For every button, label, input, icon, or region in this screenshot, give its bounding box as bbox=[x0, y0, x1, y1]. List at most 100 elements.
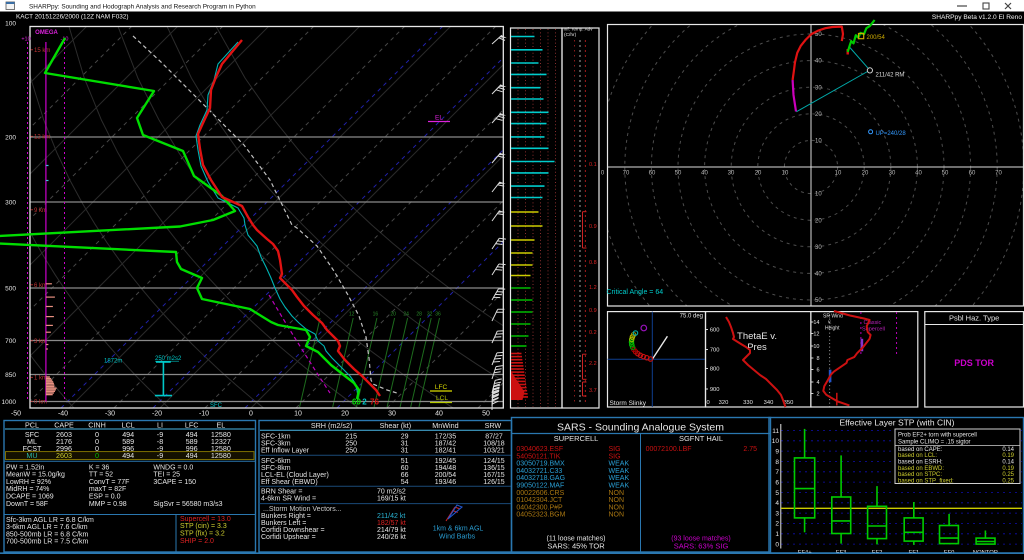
svg-text:30: 30 bbox=[388, 411, 396, 418]
svg-text:SARS: 45% TOR: SARS: 45% TOR bbox=[547, 541, 605, 550]
svg-text:KACT 20151226/2000 (12Z NA: KACT 20151226/2000 (12Z NAM F032) bbox=[16, 14, 129, 21]
svg-text:-10: -10 bbox=[199, 411, 209, 418]
svg-text:2.75: 2.75 bbox=[743, 446, 757, 453]
svg-text:169/15 kt: 169/15 kt bbox=[377, 496, 406, 503]
svg-text:100: 100 bbox=[5, 21, 16, 28]
svg-text:1.2: 1.2 bbox=[589, 285, 597, 291]
svg-text:4: 4 bbox=[775, 500, 779, 507]
svg-text:Shear (kt): Shear (kt) bbox=[380, 421, 412, 430]
svg-text:SFC-6km: SFC-6km bbox=[261, 458, 291, 465]
svg-text:PCL: PCL bbox=[25, 420, 39, 429]
svg-text:0.14: 0.14 bbox=[1002, 460, 1014, 466]
svg-text:211/42 kt: 211/42 kt bbox=[377, 513, 405, 520]
svg-text:40: 40 bbox=[701, 171, 708, 177]
svg-text:SR Wind: SR Wind bbox=[823, 314, 843, 320]
svg-text:3 km: 3 km bbox=[34, 339, 47, 345]
svg-text:9 km: 9 km bbox=[34, 208, 47, 214]
svg-text:172/35: 172/35 bbox=[435, 433, 457, 440]
svg-text:500: 500 bbox=[5, 286, 16, 293]
svg-text:900: 900 bbox=[710, 387, 720, 393]
svg-text:Eff Shear (EBWD): Eff Shear (EBWD) bbox=[261, 479, 318, 486]
svg-text:Sfc-3km AGL LR = 6.8 C/km: Sfc-3km AGL LR = 6.8 C/km bbox=[6, 517, 94, 524]
svg-text:0.2: 0.2 bbox=[589, 330, 597, 336]
svg-text:99050122.MAF: 99050122.MAF bbox=[516, 483, 564, 490]
svg-text:WEAK: WEAK bbox=[609, 483, 630, 490]
svg-text:00072100.LBF: 00072100.LBF bbox=[646, 446, 692, 453]
svg-text:4: 4 bbox=[816, 380, 819, 386]
svg-text:Prob EF2+ torn with supercell: Prob EF2+ torn with supercell bbox=[898, 432, 977, 438]
svg-text:NON: NON bbox=[609, 497, 625, 504]
svg-text:54: 54 bbox=[401, 479, 409, 486]
svg-text:0.9: 0.9 bbox=[589, 308, 597, 314]
svg-text:15 km: 15 km bbox=[34, 48, 50, 54]
svg-text:30: 30 bbox=[889, 171, 896, 177]
svg-text:31: 31 bbox=[401, 440, 409, 447]
svg-text:6: 6 bbox=[775, 479, 779, 486]
svg-text:Supercell: Supercell bbox=[862, 327, 885, 333]
svg-text:36: 36 bbox=[435, 312, 441, 318]
svg-text:700: 700 bbox=[710, 348, 720, 354]
svg-text:28: 28 bbox=[416, 312, 422, 318]
svg-text:10: 10 bbox=[835, 171, 842, 177]
svg-text:103/21: 103/21 bbox=[483, 447, 505, 454]
svg-text:8: 8 bbox=[317, 312, 320, 318]
svg-text:0.25: 0.25 bbox=[1002, 478, 1014, 484]
svg-text:EL: EL bbox=[217, 420, 226, 429]
svg-text:PDS TOR: PDS TOR bbox=[954, 358, 994, 368]
svg-text:Bunkers Left =: Bunkers Left = bbox=[261, 520, 306, 527]
svg-text:75.0 deg: 75.0 deg bbox=[680, 314, 703, 320]
svg-text:3CAPE = 150: 3CAPE = 150 bbox=[153, 479, 196, 486]
svg-text:108/18: 108/18 bbox=[483, 440, 505, 447]
svg-text:70 m2/s2: 70 m2/s2 bbox=[377, 489, 406, 496]
svg-text:6 km: 6 km bbox=[34, 283, 47, 289]
svg-text:1872m: 1872m bbox=[104, 359, 122, 365]
svg-text:700-500mb LR = 7.5 C/km: 700-500mb LR = 7.5 C/km bbox=[6, 539, 88, 546]
svg-text:LFC: LFC bbox=[435, 384, 448, 391]
svg-text:20: 20 bbox=[390, 312, 396, 318]
svg-text:Critical Angle = 64: Critical Angle = 64 bbox=[607, 289, 664, 296]
svg-text:1km & 6km AGL: 1km & 6km AGL bbox=[433, 526, 484, 533]
svg-text:OMEGA: OMEGA bbox=[35, 30, 58, 36]
svg-text:60: 60 bbox=[649, 171, 656, 177]
svg-text:20: 20 bbox=[341, 411, 349, 418]
svg-text:32: 32 bbox=[427, 312, 433, 318]
svg-text:12580: 12580 bbox=[211, 451, 231, 460]
svg-text:200: 200 bbox=[5, 135, 16, 142]
svg-text:126/15: 126/15 bbox=[483, 479, 505, 486]
svg-text:20: 20 bbox=[815, 112, 822, 118]
svg-text:2: 2 bbox=[362, 398, 367, 407]
svg-text:24: 24 bbox=[403, 312, 409, 318]
svg-text:SigSvr = 56580 m3/s3: SigSvr = 56580 m3/s3 bbox=[153, 501, 222, 508]
svg-text:30: 30 bbox=[815, 245, 822, 251]
svg-text:CINH: CINH bbox=[88, 420, 106, 429]
svg-text:LI: LI bbox=[157, 420, 163, 429]
svg-text:-30: -30 bbox=[105, 411, 115, 418]
svg-text:EL: EL bbox=[435, 115, 443, 122]
svg-text:LowRH = 92%: LowRH = 92% bbox=[6, 479, 51, 486]
svg-text:0: 0 bbox=[707, 400, 710, 406]
svg-text:-9: -9 bbox=[157, 451, 163, 460]
svg-text:12: 12 bbox=[813, 332, 819, 338]
svg-text:3-6km AGL LR = 7.6 C/km: 3-6km AGL LR = 7.6 C/km bbox=[6, 524, 88, 531]
svg-text:5: 5 bbox=[775, 490, 779, 497]
svg-text:12: 12 bbox=[349, 312, 355, 318]
svg-text:STP (cin) = 3.3: STP (cin) = 3.3 bbox=[180, 523, 227, 530]
svg-text:Bunkers Right =: Bunkers Right = bbox=[261, 513, 311, 520]
svg-text:Sample CLIMO = .15 sigtor: Sample CLIMO = .15 sigtor bbox=[898, 439, 971, 445]
svg-text:60: 60 bbox=[969, 171, 976, 177]
svg-text:SHARPpy: Sounding and Hodograp: SHARPpy: Sounding and Hodograph Analysis… bbox=[29, 4, 256, 11]
svg-text:40: 40 bbox=[915, 171, 922, 177]
svg-text:10: 10 bbox=[813, 344, 819, 350]
svg-text:based on STPC:: based on STPC: bbox=[898, 472, 942, 478]
svg-text:51: 51 bbox=[401, 458, 409, 465]
svg-text:Effective Layer STP (with CIN): Effective Layer STP (with CIN) bbox=[840, 418, 955, 428]
svg-text:Psbl Haz. Type: Psbl Haz. Type bbox=[949, 314, 999, 323]
svg-text:76: 76 bbox=[370, 398, 379, 407]
svg-text:based on LCL:: based on LCL: bbox=[898, 453, 937, 459]
svg-text:1 km: 1 km bbox=[34, 376, 47, 382]
svg-text:Wind Barbs: Wind Barbs bbox=[439, 534, 476, 541]
svg-text:04032718.GAG: 04032718.GAG bbox=[516, 475, 565, 482]
svg-text:SHIP = 2.0: SHIP = 2.0 bbox=[180, 538, 214, 545]
svg-text:-40: -40 bbox=[58, 411, 68, 418]
svg-text:211/42 RM: 211/42 RM bbox=[876, 73, 905, 79]
